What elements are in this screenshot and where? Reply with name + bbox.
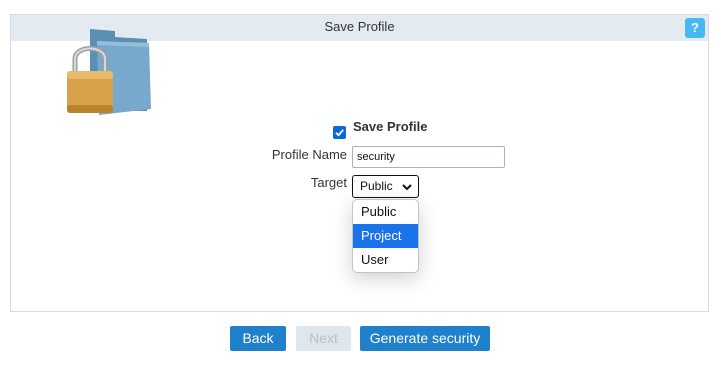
back-button[interactable]: Back (230, 326, 286, 351)
profile-name-label: Profile Name (271, 147, 347, 162)
chevron-down-icon (402, 184, 412, 191)
panel-title: Save Profile (324, 19, 395, 34)
help-button[interactable]: ? (685, 18, 705, 38)
dropdown-option-public[interactable]: Public (353, 200, 418, 224)
profile-name-input[interactable] (352, 146, 505, 168)
dropdown-option-project[interactable]: Project (353, 224, 418, 248)
dropdown-option-user[interactable]: User (353, 248, 418, 272)
save-profile-label: Save Profile (353, 119, 428, 134)
target-dropdown-menu: Public Project User (352, 199, 419, 273)
target-label: Target (310, 175, 347, 190)
target-selected-value: Public (360, 179, 393, 193)
padlock-folder-icon (67, 29, 151, 115)
save-profile-checkbox[interactable] (333, 126, 346, 139)
help-icon: ? (691, 20, 699, 35)
target-select[interactable]: Public (352, 175, 419, 198)
checkmark-icon (335, 129, 344, 137)
next-button[interactable]: Next (296, 326, 351, 351)
generate-security-button[interactable]: Generate security (360, 326, 490, 351)
